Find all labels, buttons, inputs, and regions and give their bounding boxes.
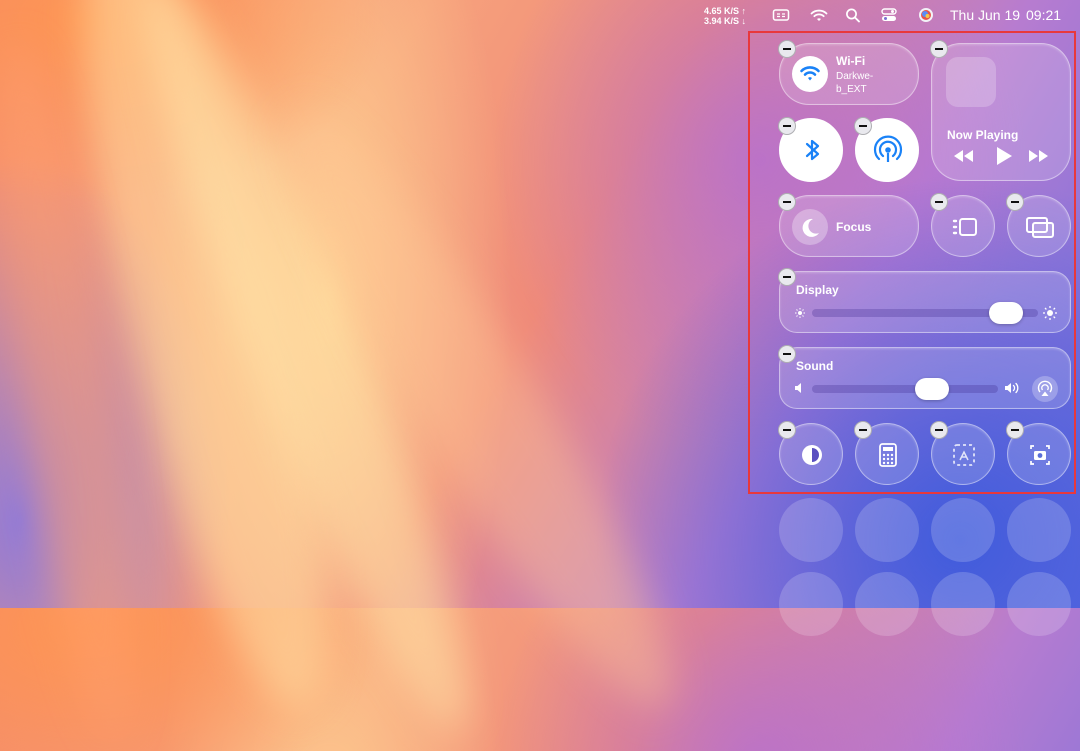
- volume-high-icon: [1004, 381, 1022, 395]
- remove-calculator-button[interactable]: [854, 421, 872, 439]
- now-playing-title: Now Playing: [947, 128, 1019, 142]
- fast-forward-icon[interactable]: [1026, 147, 1050, 165]
- wifi-network-name: Darkwe-b_EXT: [836, 71, 874, 95]
- remove-airdrop-button[interactable]: [854, 117, 872, 135]
- network-speed[interactable]: 4.65 K/S ↑ 3.94 K/S ↓: [704, 6, 746, 26]
- wifi-icon[interactable]: [810, 7, 828, 23]
- wifi-title: Wi-Fi: [836, 54, 866, 68]
- empty-slot: [1007, 498, 1071, 562]
- menu-date[interactable]: Thu Jun 19: [950, 7, 1020, 23]
- download-speed: 3.94 K/S ↓: [704, 16, 747, 26]
- rewind-icon[interactable]: [952, 147, 976, 165]
- remove-sound-button[interactable]: [778, 345, 796, 363]
- remove-focus-button[interactable]: [778, 193, 796, 211]
- airplay-audio-button[interactable]: [1032, 376, 1058, 402]
- remove-screen-mirroring-button[interactable]: [1006, 193, 1024, 211]
- brightness-slider[interactable]: [812, 302, 1038, 324]
- focus-label: Focus: [836, 220, 872, 234]
- remove-display-button[interactable]: [778, 268, 796, 286]
- empty-slot: [855, 572, 919, 636]
- now-playing-tile[interactable]: Now Playing: [931, 43, 1071, 181]
- menu-clock[interactable]: 09:21: [1026, 7, 1061, 23]
- focus-tile[interactable]: Focus: [779, 195, 919, 257]
- brightness-low-icon: [794, 307, 806, 319]
- remove-bluetooth-button[interactable]: [778, 117, 796, 135]
- empty-slot: [1007, 572, 1071, 636]
- brightness-high-icon: [1042, 305, 1058, 321]
- display-icon[interactable]: [772, 7, 790, 23]
- remove-wifi-button[interactable]: [778, 40, 796, 58]
- empty-slot: [779, 498, 843, 562]
- upload-speed: 4.65 K/S ↑: [704, 6, 747, 16]
- volume-slider-knob[interactable]: [915, 378, 949, 400]
- empty-slot: [779, 572, 843, 636]
- control-center-icon[interactable]: [880, 7, 898, 23]
- album-art: [946, 57, 996, 107]
- wifi-icon: [800, 66, 820, 81]
- remove-dark-mode-button[interactable]: [778, 421, 796, 439]
- focus-toggle[interactable]: [792, 209, 828, 245]
- menu-bar: 4.65 K/S ↑ 3.94 K/S ↓ Thu Jun 19 09:21: [0, 0, 1080, 30]
- remove-stage-manager-button[interactable]: [930, 193, 948, 211]
- sound-label: Sound: [796, 359, 834, 373]
- display-tile: Display: [779, 271, 1071, 333]
- remove-screenshot-button[interactable]: [1006, 421, 1024, 439]
- display-label: Display: [796, 283, 839, 297]
- brightness-slider-knob[interactable]: [989, 302, 1023, 324]
- moon-icon: [802, 218, 819, 237]
- wifi-tile[interactable]: Wi-Fi Darkwe-b_EXT: [779, 43, 919, 105]
- volume-slider[interactable]: [812, 378, 998, 400]
- play-icon[interactable]: [994, 145, 1014, 167]
- airplay-audio-icon: [1037, 380, 1053, 396]
- wifi-toggle[interactable]: [792, 56, 828, 92]
- remove-screenshot-selection-button[interactable]: [930, 421, 948, 439]
- sound-tile: Sound: [779, 347, 1071, 409]
- siri-icon[interactable]: [917, 7, 935, 23]
- volume-low-icon: [794, 382, 806, 394]
- remove-now-playing-button[interactable]: [930, 40, 948, 58]
- empty-slot: [855, 498, 919, 562]
- empty-slot: [931, 498, 995, 562]
- empty-slot: [931, 572, 995, 636]
- search-icon[interactable]: [844, 7, 862, 23]
